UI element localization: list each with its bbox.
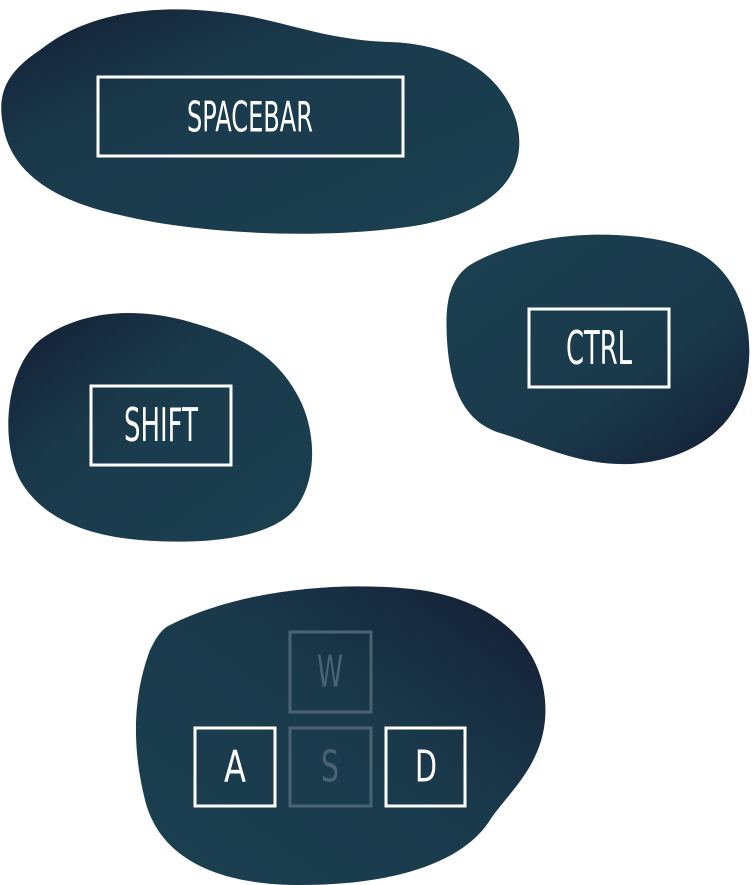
s-label: S bbox=[321, 742, 339, 793]
d-label: D bbox=[415, 742, 437, 793]
ctrl-label: CTRL bbox=[566, 321, 632, 375]
spacebar-label: SPACEBAR bbox=[187, 93, 313, 142]
shift-label: SHIFT bbox=[124, 398, 199, 452]
controls-scene: SPACEBAR CTRL SHIFT W A S D bbox=[1, 9, 750, 885]
w-label: W bbox=[317, 647, 343, 698]
a-label: A bbox=[224, 742, 246, 793]
